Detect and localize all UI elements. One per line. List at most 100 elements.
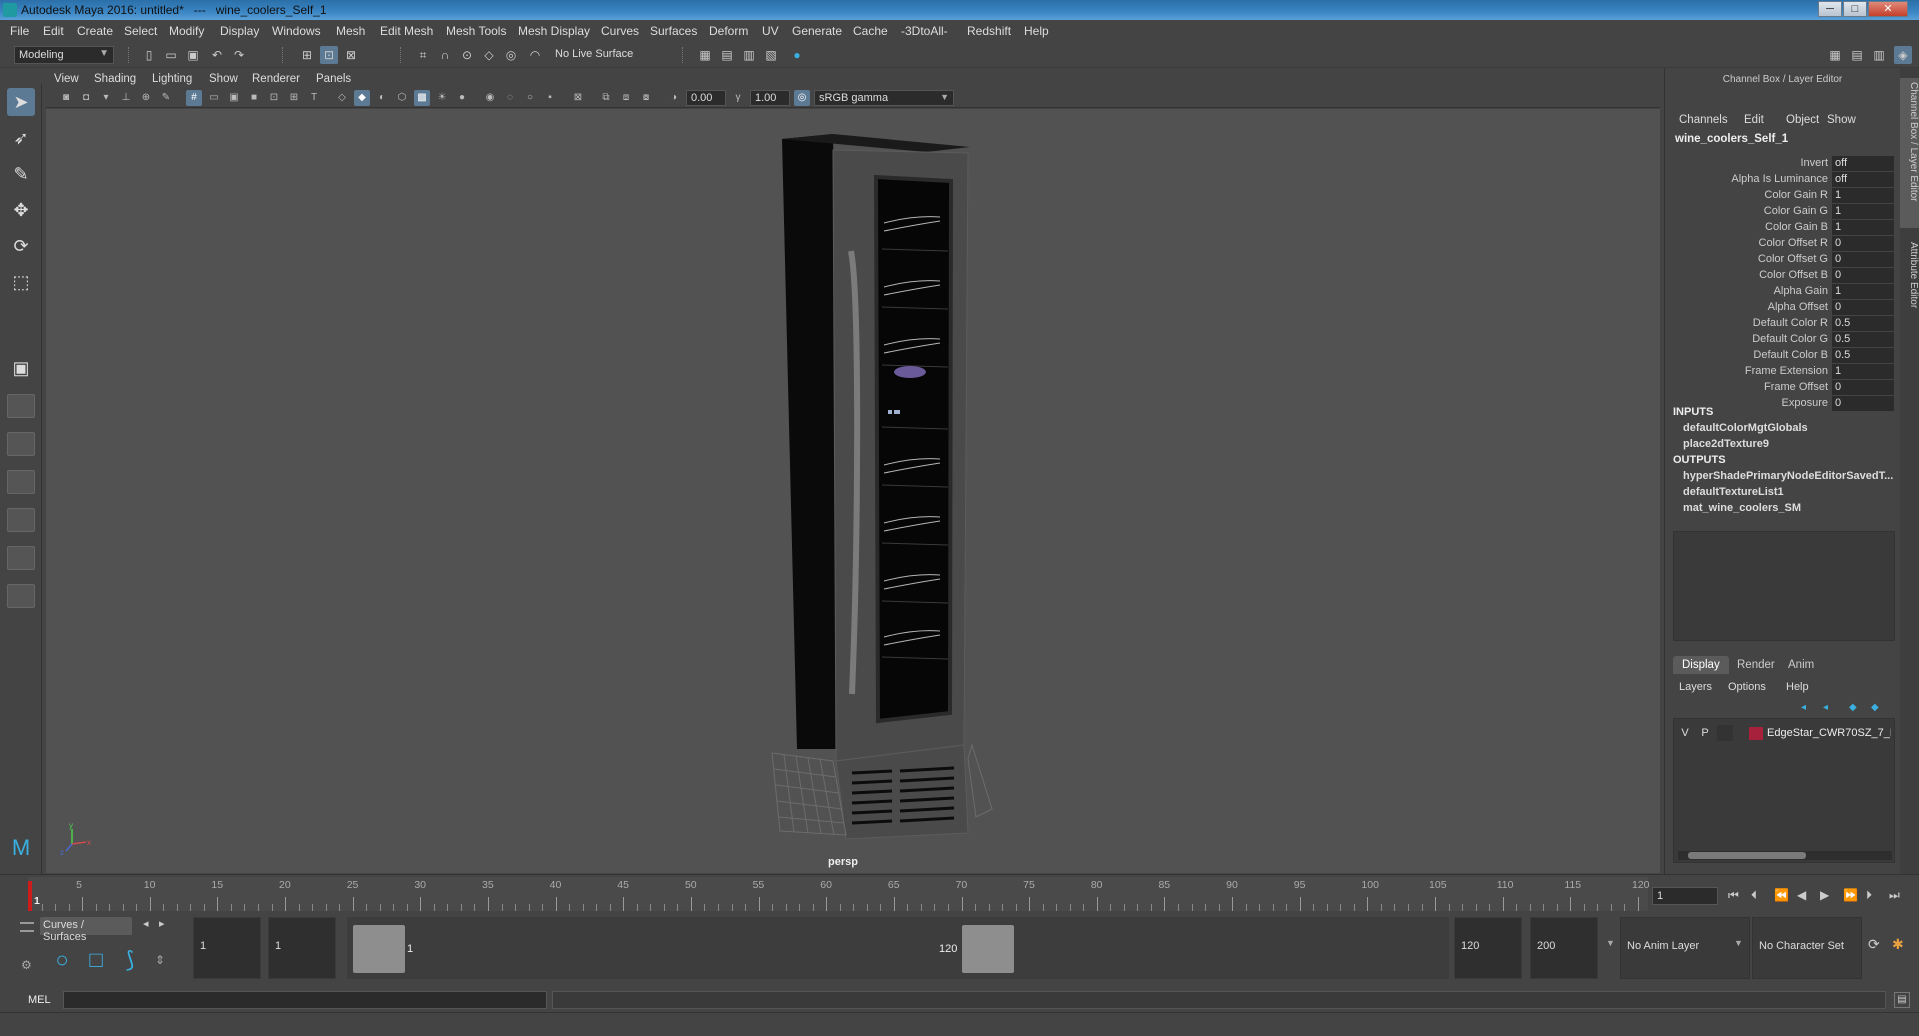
tab-anim[interactable]: Anim [1779, 656, 1823, 674]
snap-live-icon[interactable]: ◎ [502, 46, 520, 64]
channel-attribute-row[interactable]: Frame Extension 1 [1665, 364, 1900, 380]
perspective-viewport[interactable]: y x z persp [46, 109, 1660, 873]
channel-box-menu-edit[interactable]: Edit [1744, 114, 1764, 126]
render-settings-icon[interactable]: ▧ [762, 46, 780, 64]
channel-attribute-row[interactable]: Color Gain G 1 [1665, 204, 1900, 220]
shelf-menu-icon[interactable] [20, 922, 34, 932]
menu-mesh[interactable]: Mesh [336, 24, 365, 38]
ep-curve-icon[interactable]: ⟆ [116, 947, 144, 973]
channel-attribute-row[interactable]: Color Gain R 1 [1665, 188, 1900, 204]
channel-attribute-value[interactable]: 0 [1832, 268, 1894, 283]
time-slider-track[interactable]: 5 10 15 20 25 30 35 40 45 50 55 60 65 70 75 80 85 90 95 100… [28, 877, 1650, 911]
render-view-icon[interactable]: ▦ [696, 46, 714, 64]
shelf-tab-curves-surfaces[interactable]: Curves / Surfaces [40, 917, 132, 943]
channel-attribute-value[interactable]: 0 [1832, 396, 1894, 411]
channel-box-toggle-icon[interactable]: ◈ [1894, 46, 1912, 64]
select-tool-icon[interactable]: ➤ [7, 88, 35, 116]
channel-attribute-value[interactable]: 0 [1832, 380, 1894, 395]
new-layer-icon[interactable]: ◆ [1849, 702, 1857, 713]
channel-attribute-row[interactable]: Alpha Gain 1 [1665, 284, 1900, 300]
menu-display[interactable]: Display [220, 24, 259, 38]
new-layer-selected-icon[interactable]: ◆ [1871, 702, 1879, 713]
layer-menu-layers[interactable]: Layers [1679, 681, 1712, 693]
camera-attributes-icon[interactable]: ⊕ [138, 90, 154, 106]
step-forward-key-icon[interactable]: ⏩ [1843, 888, 1858, 902]
shelf-scroll-icon[interactable]: ⇕ [146, 947, 174, 973]
ipr-render-icon[interactable]: ▥ [740, 46, 758, 64]
view-transform-dropdown[interactable]: sRGB gamma ▼ [814, 90, 954, 106]
four-view-layout-icon[interactable] [7, 394, 35, 418]
menu-mesh-display[interactable]: Mesh Display [518, 24, 590, 38]
menu-3dtoall[interactable]: -3DtoAll- [901, 24, 948, 38]
ambient-occlusion-icon[interactable]: ◉ [482, 90, 498, 106]
viewport-menu-shading[interactable]: Shading [94, 73, 136, 85]
viewport-menu-renderer[interactable]: Renderer [252, 73, 300, 85]
isolate-select-icon[interactable]: ⊠ [570, 90, 586, 106]
nurbs-circle-icon[interactable]: ○ [48, 947, 76, 973]
grid-icon[interactable]: # [186, 90, 202, 106]
input-node[interactable]: defaultColorMgtGlobals [1683, 422, 1893, 434]
menu-uv[interactable]: UV [762, 24, 779, 38]
snap-grid-icon[interactable]: ⌗ [414, 46, 432, 64]
character-set-dropdown[interactable]: No Character Set [1752, 917, 1862, 979]
channel-box-menu-object[interactable]: Object [1786, 114, 1819, 126]
channel-attribute-row[interactable]: Alpha Is Luminance off [1665, 172, 1900, 188]
chevron-down-icon[interactable]: ▼ [1606, 938, 1615, 948]
current-time-indicator[interactable] [28, 881, 32, 911]
layer-row[interactable]: V P EdgeStar_CWR70SZ_7_Bo [1677, 725, 1891, 741]
menu-edit-mesh[interactable]: Edit Mesh [380, 24, 433, 38]
channel-attribute-row[interactable]: Default Color R 0.5 [1665, 316, 1900, 332]
layer-color-swatch[interactable] [1749, 727, 1763, 740]
range-end-handle[interactable] [962, 925, 1014, 973]
range-start-handle[interactable] [353, 925, 405, 973]
hypershade-layout-icon[interactable] [7, 546, 35, 570]
move-layer-up-icon[interactable]: ◂ [1801, 702, 1806, 713]
render-current-icon[interactable]: ▤ [718, 46, 736, 64]
shadows-icon[interactable]: ● [454, 90, 470, 106]
new-scene-icon[interactable]: ▯ [140, 46, 158, 64]
scrollbar-thumb[interactable] [1688, 852, 1806, 859]
nurbs-square-icon[interactable]: □ [82, 947, 110, 973]
go-to-start-icon[interactable]: ⏮ [1728, 888, 1739, 903]
layer-name[interactable]: EdgeStar_CWR70SZ_7_Bo [1767, 725, 1891, 741]
wireframe-on-shaded-icon[interactable]: ⬡ [394, 90, 410, 106]
input-node[interactable]: place2dTexture9 [1683, 438, 1893, 450]
playback-end-field[interactable]: 120 [1454, 917, 1522, 979]
save-scene-icon[interactable]: ▣ [184, 46, 202, 64]
channel-attribute-value[interactable]: off [1832, 172, 1894, 187]
grease-pencil-icon[interactable]: ✎ [158, 90, 174, 106]
anti-aliasing-icon[interactable]: ○ [522, 90, 538, 106]
wireframe-icon[interactable]: ◇ [334, 90, 350, 106]
channel-attribute-value[interactable]: 0 [1832, 252, 1894, 267]
depth-of-field-icon[interactable]: ▪ [542, 90, 558, 106]
rotate-tool-icon[interactable]: ⟳ [7, 232, 35, 260]
channel-box-menu-channels[interactable]: Channels [1679, 114, 1728, 126]
script-editor-icon[interactable]: ▤ [1894, 992, 1910, 1008]
menu-help[interactable]: Help [1024, 24, 1049, 38]
menu-file[interactable]: File [10, 24, 29, 38]
make-live-icon[interactable]: ◠ [526, 46, 544, 64]
safe-title-icon[interactable]: T [306, 90, 322, 106]
menu-edit[interactable]: Edit [43, 24, 64, 38]
step-forward-frame-icon[interactable]: ⏵ [1866, 888, 1872, 903]
camera-lock-icon[interactable]: ◘ [78, 90, 94, 106]
channel-box-menu-show[interactable]: Show [1827, 114, 1856, 126]
channel-attribute-row[interactable]: Color Offset G 0 [1665, 252, 1900, 268]
snap-view-plane-icon[interactable]: ◇ [480, 46, 498, 64]
shelf-scroll-right-icon[interactable]: ▸ [159, 917, 165, 930]
channel-attribute-value[interactable]: 0.5 [1832, 348, 1894, 363]
smooth-shade-icon[interactable]: ◆ [354, 90, 370, 106]
animation-end-field[interactable]: 200 [1530, 917, 1598, 979]
playback-start-field[interactable]: 1 [268, 917, 336, 979]
channel-attribute-row[interactable]: Default Color G 0.5 [1665, 332, 1900, 348]
layer-playback-toggle[interactable]: P [1697, 725, 1713, 741]
maya-home-icon[interactable]: M [7, 834, 35, 862]
menu-curves[interactable]: Curves [601, 24, 639, 38]
range-slider-track[interactable]: 1 120 [347, 917, 1449, 979]
scale-tool-icon[interactable]: ⬚ [7, 268, 35, 296]
lasso-tool-icon[interactable]: ➶ [7, 124, 35, 152]
channel-attribute-value[interactable]: 0.5 [1832, 332, 1894, 347]
undo-icon[interactable]: ↶ [208, 46, 226, 64]
paint-select-tool-icon[interactable]: ✎ [7, 160, 35, 188]
viewport-menu-show[interactable]: Show [209, 73, 238, 85]
